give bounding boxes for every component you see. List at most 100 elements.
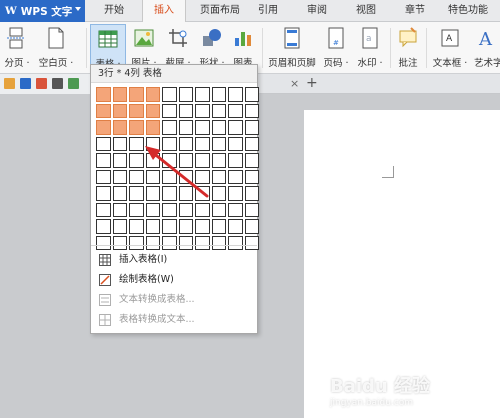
table-grid-cell[interactable] (162, 103, 177, 118)
table-grid-cell[interactable] (244, 87, 259, 102)
table-to-text-menu-item[interactable]: 表格转换成文本... (97, 311, 251, 329)
table-grid-cell[interactable] (145, 136, 160, 151)
tab-page-layout[interactable]: 页面布局 (192, 0, 248, 22)
table-grid-cell[interactable] (112, 202, 127, 217)
table-grid-cell[interactable] (244, 153, 259, 168)
table-grid-cell[interactable] (244, 120, 259, 135)
table-grid-cell[interactable] (211, 202, 226, 217)
table-grid-cell[interactable] (211, 169, 226, 184)
table-grid-cell[interactable] (195, 120, 210, 135)
table-grid-cell[interactable] (162, 202, 177, 217)
table-grid-cell[interactable] (195, 202, 210, 217)
table-grid-cell[interactable] (178, 219, 193, 234)
table-grid-cell[interactable] (178, 103, 193, 118)
table-grid-cell[interactable] (162, 219, 177, 234)
table-size-grid[interactable] (96, 87, 259, 250)
table-grid-cell[interactable] (211, 186, 226, 201)
table-grid-cell[interactable] (145, 153, 160, 168)
close-icon[interactable]: × (290, 77, 299, 90)
table-grid-cell[interactable] (96, 235, 111, 250)
table-grid-cell[interactable] (145, 202, 160, 217)
export-pdf-icon[interactable] (36, 78, 47, 89)
table-grid-cell[interactable] (244, 103, 259, 118)
table-grid-cell[interactable] (96, 153, 111, 168)
table-grid-cell[interactable] (162, 153, 177, 168)
text-to-table-menu-item[interactable]: 文本转换成表格... (97, 291, 251, 309)
table-grid-cell[interactable] (145, 169, 160, 184)
table-grid-cell[interactable] (211, 136, 226, 151)
table-grid-cell[interactable] (96, 219, 111, 234)
table-grid-cell[interactable] (96, 87, 111, 102)
table-grid-cell[interactable] (96, 202, 111, 217)
table-grid-cell[interactable] (112, 120, 127, 135)
tab-section[interactable]: 章节 (398, 0, 432, 22)
table-grid-cell[interactable] (211, 153, 226, 168)
print-preview-icon[interactable] (68, 78, 79, 89)
table-grid-cell[interactable] (129, 87, 144, 102)
tab-special-features[interactable]: 特色功能 (442, 0, 494, 22)
insert-table-menu-item[interactable]: 插入表格(I) (97, 251, 251, 269)
table-grid-cell[interactable] (211, 87, 226, 102)
table-grid-cell[interactable] (244, 136, 259, 151)
table-grid-cell[interactable] (228, 120, 243, 135)
table-grid-cell[interactable] (195, 219, 210, 234)
table-grid-cell[interactable] (244, 235, 259, 250)
table-grid-cell[interactable] (228, 136, 243, 151)
table-grid-cell[interactable] (211, 235, 226, 250)
table-grid-cell[interactable] (211, 103, 226, 118)
tab-home[interactable]: 开始 (92, 0, 136, 22)
table-grid-cell[interactable] (195, 136, 210, 151)
table-grid-cell[interactable] (112, 153, 127, 168)
table-grid-cell[interactable] (195, 153, 210, 168)
table-grid-cell[interactable] (162, 186, 177, 201)
table-grid-cell[interactable] (145, 103, 160, 118)
table-grid-cell[interactable] (112, 219, 127, 234)
table-grid-cell[interactable] (96, 103, 111, 118)
new-tab-icon[interactable]: + (306, 75, 318, 91)
table-grid-cell[interactable] (129, 202, 144, 217)
table-grid-cell[interactable] (129, 186, 144, 201)
table-grid-cell[interactable] (112, 136, 127, 151)
table-grid-cell[interactable] (145, 87, 160, 102)
table-grid-cell[interactable] (228, 235, 243, 250)
table-grid-cell[interactable] (178, 120, 193, 135)
table-grid-cell[interactable] (178, 186, 193, 201)
save-icon[interactable] (20, 78, 31, 89)
table-grid-cell[interactable] (195, 186, 210, 201)
table-grid-cell[interactable] (244, 169, 259, 184)
draw-table-menu-item[interactable]: 绘制表格(W) (97, 271, 251, 289)
table-grid-cell[interactable] (162, 235, 177, 250)
table-grid-cell[interactable] (162, 136, 177, 151)
table-grid-cell[interactable] (195, 235, 210, 250)
wordart-button[interactable]: A 艺术字 (474, 24, 500, 72)
tab-review[interactable]: 审阅 (300, 0, 334, 22)
table-grid-cell[interactable] (96, 136, 111, 151)
table-grid-cell[interactable] (96, 120, 111, 135)
table-grid-cell[interactable] (129, 103, 144, 118)
table-grid-cell[interactable] (178, 235, 193, 250)
table-grid-cell[interactable] (195, 103, 210, 118)
app-menu-button[interactable]: W WPS 文字 (0, 0, 85, 22)
print-icon[interactable] (52, 78, 63, 89)
table-grid-cell[interactable] (112, 235, 127, 250)
table-grid-cell[interactable] (244, 219, 259, 234)
table-grid-cell[interactable] (112, 169, 127, 184)
table-grid-cell[interactable] (178, 169, 193, 184)
table-grid-cell[interactable] (228, 87, 243, 102)
table-grid-cell[interactable] (162, 120, 177, 135)
open-icon[interactable] (4, 78, 15, 89)
table-grid-cell[interactable] (228, 103, 243, 118)
table-grid-cell[interactable] (112, 87, 127, 102)
table-grid-cell[interactable] (244, 202, 259, 217)
table-grid-cell[interactable] (211, 219, 226, 234)
table-grid-cell[interactable] (112, 103, 127, 118)
comment-button[interactable]: 批注 (394, 24, 422, 72)
table-grid-cell[interactable] (145, 120, 160, 135)
tab-references[interactable]: 引用 (251, 0, 285, 22)
table-grid-cell[interactable] (145, 186, 160, 201)
table-grid-cell[interactable] (228, 219, 243, 234)
watermark-button[interactable]: a 水印 · (354, 24, 386, 72)
table-grid-cell[interactable] (244, 186, 259, 201)
table-grid-cell[interactable] (211, 120, 226, 135)
table-grid-cell[interactable] (129, 153, 144, 168)
